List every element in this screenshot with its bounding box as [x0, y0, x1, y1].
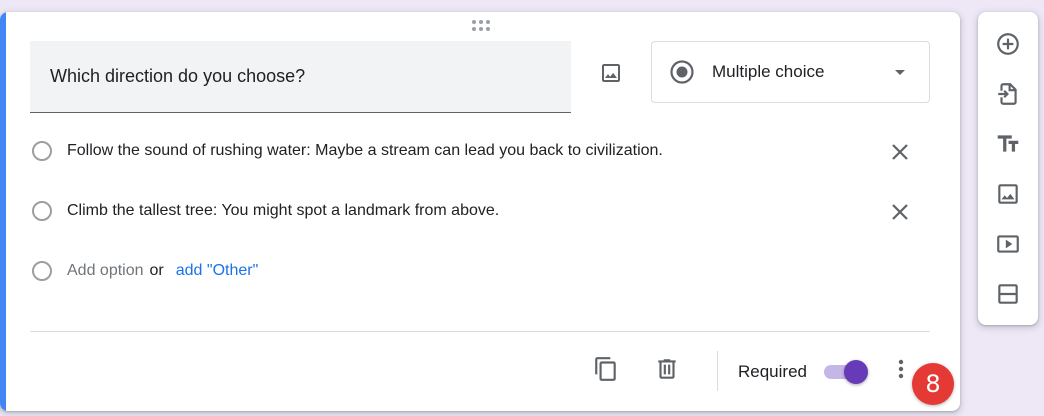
question-card[interactable]: Which direction do you choose? Multiple …: [0, 12, 960, 411]
caret-down-icon: [895, 70, 905, 75]
option-label[interactable]: Follow the sound of rushing water: Maybe…: [67, 142, 663, 160]
required-label: Required: [738, 362, 807, 381]
option-row: Follow the sound of rushing water: Maybe…: [30, 136, 930, 168]
option-radio-icon: [32, 201, 52, 221]
add-other-link[interactable]: add "Other": [176, 262, 259, 279]
add-video-button[interactable]: [992, 228, 1024, 260]
import-icon: [998, 83, 1017, 105]
drag-handle-icon[interactable]: [470, 20, 492, 32]
or-text: or: [149, 262, 164, 279]
question-type-dropdown[interactable]: Multiple choice: [651, 41, 930, 103]
add-image-button[interactable]: [594, 56, 628, 90]
duplicate-button[interactable]: [591, 354, 621, 384]
form-editor: Which direction do you choose? Multiple …: [0, 0, 1044, 416]
step-badge: 8: [912, 363, 954, 405]
add-question-button[interactable]: [992, 28, 1024, 60]
video-icon: [997, 235, 1019, 253]
more-vert-icon: [898, 359, 904, 379]
footer-separator: [717, 351, 718, 391]
add-section-button[interactable]: [992, 278, 1024, 310]
remove-option-button[interactable]: [886, 198, 914, 226]
question-title-text: Which direction do you choose?: [50, 66, 306, 86]
image-icon: [998, 184, 1018, 204]
remove-option-button[interactable]: [886, 138, 914, 166]
add-option-row: Add option or add "Other": [30, 256, 930, 288]
toggle-thumb: [844, 360, 868, 384]
question-type-label: Multiple choice: [712, 62, 825, 81]
trash-icon: [658, 359, 676, 379]
option-radio-icon: [32, 141, 52, 161]
side-toolbar: [978, 12, 1038, 325]
close-icon: [892, 144, 908, 160]
title-icon: [997, 135, 1019, 152]
option-label[interactable]: Climb the tallest tree: You might spot a…: [67, 202, 499, 220]
required-toggle[interactable]: [824, 360, 870, 384]
option-row: Climb the tallest tree: You might spot a…: [30, 196, 930, 228]
add-circle-icon: [997, 33, 1019, 55]
section-icon: [998, 284, 1018, 304]
card-accent-bar: [0, 12, 6, 411]
add-option-line: Add option or add "Other": [67, 262, 258, 280]
add-image-tool-button[interactable]: [992, 178, 1024, 210]
question-title-field[interactable]: Which direction do you choose?: [30, 41, 571, 113]
footer-divider: [30, 331, 930, 332]
radio-checked-icon: [670, 60, 694, 84]
copy-icon: [595, 357, 616, 381]
image-icon: [602, 64, 620, 82]
delete-button[interactable]: [652, 354, 682, 384]
add-title-button[interactable]: [992, 128, 1024, 160]
import-questions-button[interactable]: [992, 78, 1024, 110]
option-radio-icon: [32, 261, 52, 281]
close-icon: [892, 204, 908, 220]
add-option-button[interactable]: Add option: [67, 262, 144, 279]
